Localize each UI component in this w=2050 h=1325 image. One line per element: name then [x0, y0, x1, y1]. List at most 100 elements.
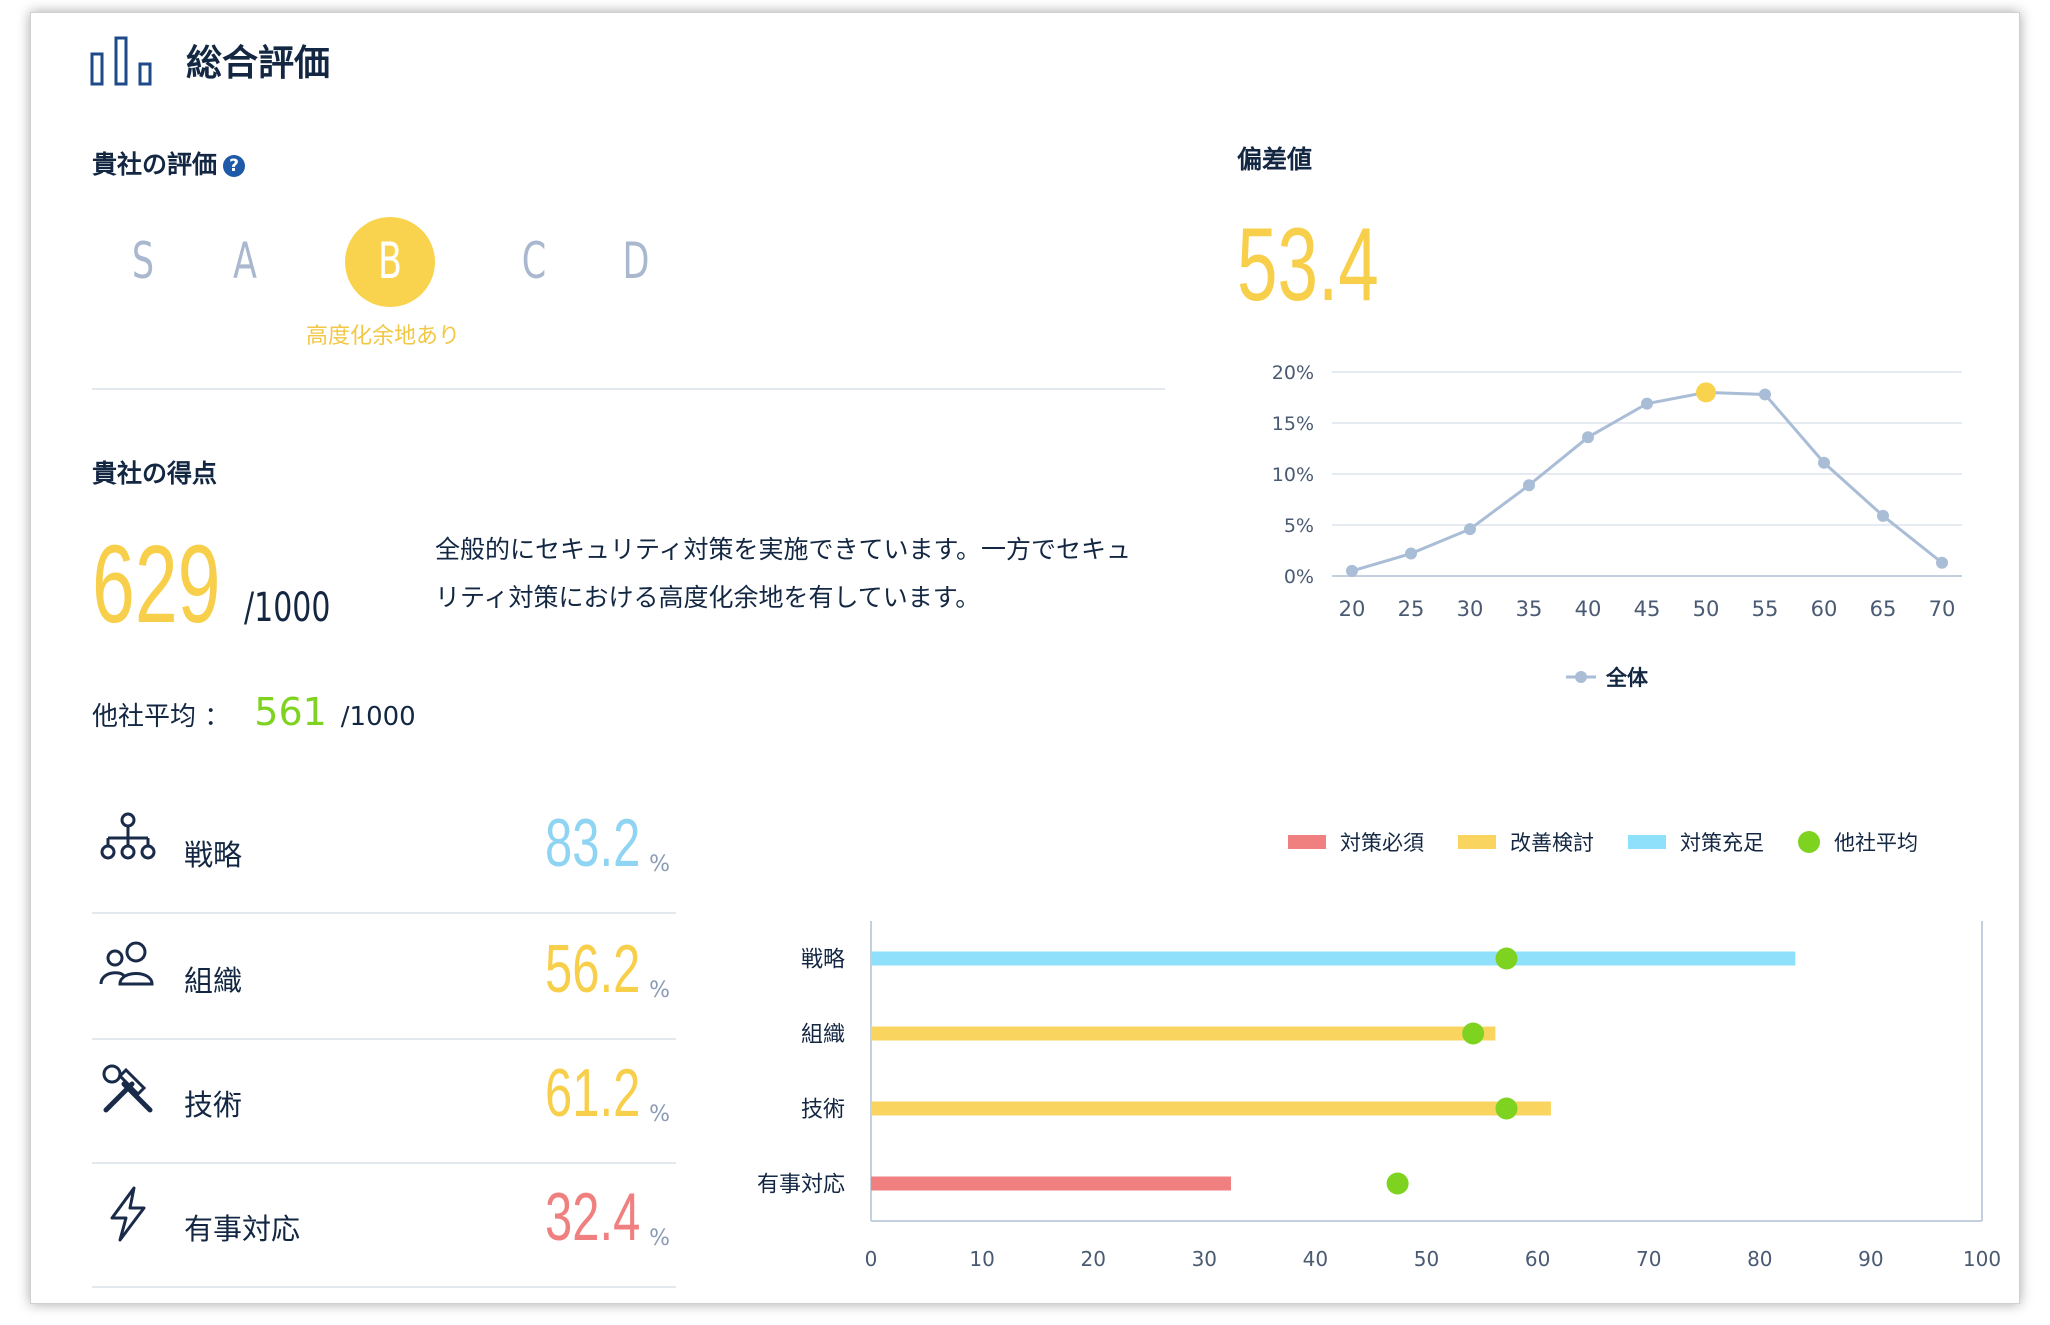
category-score: 83.2 [544, 805, 640, 881]
x-tick-label: 20 [1080, 1247, 1105, 1271]
legend-marker [1575, 671, 1587, 683]
average-label: 他社平均 ： [92, 702, 231, 732]
x-tick-label: 50 [1693, 597, 1720, 621]
x-tick-label: 30 [1457, 597, 1484, 621]
category-row: 戦略 83.2% [92, 792, 676, 914]
x-tick-label: 35 [1516, 597, 1543, 621]
grade-c: C [521, 232, 547, 290]
legend-swatch [1628, 835, 1666, 849]
category-row: 組織 56.2% [92, 918, 676, 1040]
score-title: 貴社の得点 [92, 459, 218, 488]
category-bar-chart: 0 10 20 30 40 50 60 70 80 90 100 戦略組織技術有事対応 [757, 921, 2001, 1271]
category-row: 有事対応 32.4% [92, 1166, 676, 1288]
x-tick-label: 20 [1339, 597, 1366, 621]
highlight-point [1696, 382, 1716, 403]
x-tick-label: 80 [1747, 1247, 1772, 1271]
grade-b: B [377, 232, 403, 290]
rating-title: 貴社の評価? [92, 145, 246, 181]
category-name: 戦略 [184, 838, 243, 872]
grade-description: 高度化余地あり [306, 324, 461, 349]
y-tick-label: 15% [1272, 413, 1314, 435]
x-tick-label: 70 [1636, 1247, 1661, 1271]
average-marker [1386, 1172, 1409, 1195]
page-title: 総合評価 [186, 43, 331, 84]
category-label: 有事対応 [757, 1173, 845, 1198]
distribution-line [1351, 390, 1943, 573]
category-score: 32.4 [544, 1179, 640, 1255]
average-marker [1495, 1097, 1518, 1120]
x-tick-label: 40 [1575, 597, 1602, 621]
y-tick-label: 10% [1272, 464, 1314, 486]
average-marker [1462, 1022, 1485, 1045]
x-tick-label: 40 [1303, 1247, 1328, 1271]
category-label: 戦略 [801, 948, 845, 973]
score-description: 全般的にセキュリティ対策を実施できています。一方でセキュリティ対策における高度化… [435, 535, 1132, 612]
x-tick-label: 55 [1752, 597, 1779, 621]
average-value: 561 [254, 690, 327, 734]
lightning-icon [98, 1184, 158, 1244]
x-tick-label: 60 [1525, 1247, 1550, 1271]
y-tick-label: 20% [1272, 362, 1314, 384]
category-bar [871, 1101, 1551, 1116]
x-tick-label: 0 [865, 1247, 878, 1271]
section-divider [92, 388, 1165, 390]
data-point [1464, 523, 1476, 536]
grade-d: D [622, 232, 650, 290]
category-score: 56.2 [544, 931, 640, 1007]
x-tick-label: 25 [1398, 597, 1425, 621]
legend-label: 全体 [1605, 666, 1649, 690]
category-unit: % [649, 1226, 670, 1251]
legend-item: 他社平均 [1798, 827, 1918, 857]
category-name: 有事対応 [184, 1212, 301, 1246]
deviation-value: 53.4 [1237, 207, 1379, 323]
data-point [1346, 564, 1358, 577]
hierarchy-icon [98, 810, 158, 870]
data-point [1759, 388, 1771, 401]
data-point [1818, 456, 1830, 469]
category-label: 技術 [801, 1098, 845, 1123]
category-unit: % [649, 852, 670, 877]
legend-swatch [1288, 835, 1326, 849]
category-bar [871, 1176, 1231, 1191]
legend-item: 対策充足 [1628, 827, 1764, 857]
average-marker [1495, 947, 1518, 970]
grade-a: A [233, 232, 257, 290]
legend-label: 他社平均 [1834, 831, 1918, 855]
legend-label: 対策必須 [1340, 831, 1424, 855]
data-point [1936, 556, 1948, 569]
rating-title-text: 貴社の評価 [92, 150, 218, 179]
grade-s: S [131, 232, 155, 290]
category-name: 組織 [184, 964, 243, 998]
y-tick-label: 5% [1284, 515, 1314, 537]
category-unit: % [649, 1102, 670, 1127]
legend-label: 対策充足 [1680, 831, 1764, 855]
bar-chart-icon [90, 36, 152, 86]
x-tick-label: 30 [1192, 1247, 1217, 1271]
data-point [1641, 397, 1653, 410]
x-tick-label: 100 [1963, 1247, 2001, 1271]
category-name: 技術 [184, 1088, 243, 1122]
legend-item: 改善検討 [1458, 827, 1594, 857]
category-unit: % [649, 978, 670, 1003]
legend-swatch [1458, 835, 1496, 849]
score-value: 629 [92, 523, 221, 646]
x-tick-label: 60 [1811, 597, 1838, 621]
x-tick-label: 10 [969, 1247, 994, 1271]
category-bar [871, 1026, 1496, 1041]
data-point [1523, 479, 1535, 492]
data-point [1405, 547, 1417, 560]
x-tick-label: 90 [1858, 1247, 1883, 1271]
help-icon[interactable]: ? [223, 155, 246, 177]
category-bar [871, 951, 1796, 966]
distribution-legend: 全体 [1566, 666, 1649, 690]
distribution-chart: 0% 5% 10% 15% 20% 20 25 30 35 40 45 50 55 60 65 70 全体 [1272, 362, 1962, 690]
people-icon [98, 936, 158, 996]
data-point [1582, 431, 1594, 444]
category-row: 技術 61.2% [92, 1042, 676, 1164]
legend-label: 改善検討 [1510, 831, 1594, 855]
category-label: 組織 [801, 1023, 845, 1048]
average-denominator: /1000 [340, 702, 416, 732]
x-tick-label: 65 [1870, 597, 1897, 621]
data-point [1877, 509, 1889, 522]
legend-swatch [1798, 831, 1820, 853]
